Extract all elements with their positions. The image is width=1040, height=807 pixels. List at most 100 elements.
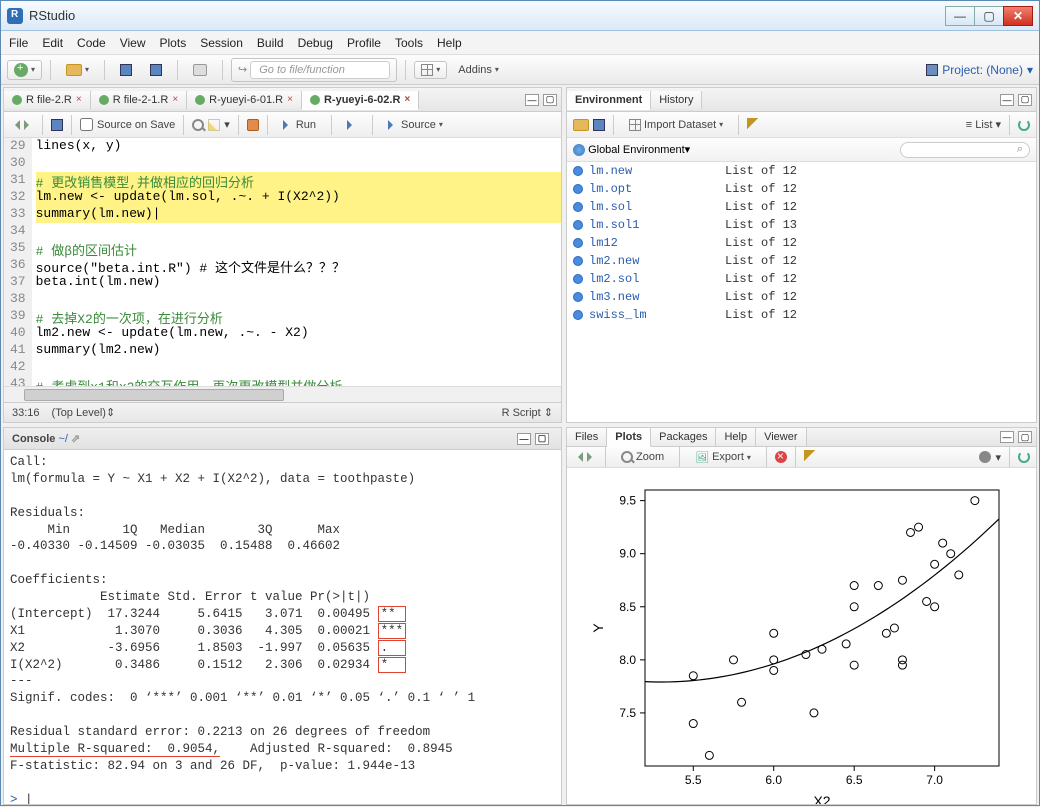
maximize-pane-icon[interactable]: ▢	[1018, 94, 1032, 106]
menu-debug[interactable]: Debug	[298, 36, 333, 50]
env-item[interactable]: lm.sol1List of 13	[567, 216, 1036, 234]
env-item[interactable]: lm.optList of 12	[567, 180, 1036, 198]
save-env-icon[interactable]	[593, 119, 605, 131]
print-button[interactable]	[186, 61, 214, 79]
tab-help[interactable]: Help	[716, 428, 756, 446]
object-icon	[573, 220, 583, 230]
minimize-button[interactable]: —	[945, 6, 975, 26]
wand-icon[interactable]	[208, 119, 220, 131]
run-button[interactable]: Run	[276, 116, 323, 134]
menu-help[interactable]: Help	[437, 36, 462, 50]
load-icon[interactable]	[573, 119, 589, 131]
source-button[interactable]: Source ▾	[381, 116, 450, 134]
save-all-button[interactable]	[143, 61, 169, 79]
env-item[interactable]: lm2.solList of 12	[567, 270, 1036, 288]
object-icon	[573, 238, 583, 248]
tab-environment[interactable]: Environment	[567, 91, 651, 110]
console-path[interactable]: ~/	[58, 433, 67, 445]
console-output[interactable]: Call: lm(formula = Y ~ X1 + X2 + I(X2^2)…	[4, 450, 561, 804]
source-tab[interactable]: R-yueyi-6-02.R×	[302, 91, 419, 110]
find-icon[interactable]	[192, 119, 204, 131]
minimize-pane-icon[interactable]: —	[525, 94, 539, 106]
source-icon	[388, 120, 398, 130]
printer-icon	[193, 64, 207, 76]
export-button[interactable]: 🖼Export ▾	[688, 448, 758, 467]
menu-view[interactable]: View	[120, 36, 146, 50]
svg-text:Y: Y	[590, 623, 606, 633]
zoom-button[interactable]: Zoom	[614, 448, 671, 466]
refresh-plot-icon[interactable]	[1018, 451, 1030, 463]
prev-plot-icon[interactable]	[573, 452, 583, 462]
h-scrollbar[interactable]	[4, 386, 561, 402]
gotofile-input[interactable]: ↪Go to file/function	[231, 58, 397, 82]
save-icon[interactable]	[51, 119, 63, 131]
maximize-pane-icon[interactable]: ▢	[535, 433, 549, 445]
import-dataset-button[interactable]: Import Dataset ▾	[622, 116, 730, 134]
env-item[interactable]: swiss_lmList of 12	[567, 306, 1036, 324]
object-icon	[573, 166, 583, 176]
env-item[interactable]: lm.newList of 12	[567, 162, 1036, 180]
source-on-save-checkbox[interactable]	[80, 118, 93, 131]
gear-icon[interactable]	[979, 451, 991, 463]
env-scope-label[interactable]: Global Environment	[588, 144, 685, 156]
remove-plot-icon[interactable]	[775, 451, 787, 463]
svg-text:8.0: 8.0	[619, 653, 636, 667]
minimize-pane-icon[interactable]: —	[1000, 431, 1014, 443]
svg-text:7.5: 7.5	[619, 706, 636, 720]
next-plot-icon[interactable]	[587, 452, 597, 462]
object-icon	[573, 256, 583, 266]
menu-tools[interactable]: Tools	[395, 36, 423, 50]
plots-toolbar: Zoom 🖼Export ▾ ▾	[567, 447, 1036, 468]
tab-packages[interactable]: Packages	[651, 428, 716, 446]
list-mode-button[interactable]: List	[975, 119, 992, 131]
source-tab[interactable]: R-yueyi-6-01.R×	[187, 91, 302, 109]
new-file-button[interactable]: ▾	[7, 60, 42, 80]
open-button[interactable]: ▾	[59, 61, 96, 79]
tab-plots[interactable]: Plots	[607, 428, 651, 447]
clear-env-icon[interactable]	[747, 118, 761, 132]
maximize-pane-icon[interactable]: ▢	[1018, 431, 1032, 443]
env-toolbar: Import Dataset ▾ ≡ List ▾	[567, 112, 1036, 138]
maximize-button[interactable]: ▢	[974, 6, 1004, 26]
file-type-label[interactable]: R Script	[502, 407, 541, 419]
menu-profile[interactable]: Profile	[347, 36, 381, 50]
menu-plots[interactable]: Plots	[160, 36, 187, 50]
source-tab[interactable]: R file-2.R×	[4, 91, 91, 109]
menu-edit[interactable]: Edit	[42, 36, 63, 50]
maximize-pane-icon[interactable]: ▢	[543, 94, 557, 106]
project-menu[interactable]: Project: (None) ▾	[926, 63, 1033, 77]
minimize-pane-icon[interactable]: —	[517, 433, 531, 445]
folder-icon	[66, 64, 82, 76]
compile-icon[interactable]	[247, 119, 259, 131]
code-editor[interactable]: 293031323334353637383940414243444546 lin…	[4, 138, 561, 386]
menu-code[interactable]: Code	[77, 36, 106, 50]
env-item[interactable]: lm3.newList of 12	[567, 288, 1036, 306]
plot-canvas: 5.56.06.57.07.58.08.59.09.5X2Y	[567, 468, 1036, 805]
menu-file[interactable]: File	[9, 36, 28, 50]
clear-plots-icon[interactable]	[804, 450, 818, 464]
menu-session[interactable]: Session	[200, 36, 243, 50]
rerun-button[interactable]	[340, 117, 364, 133]
refresh-icon[interactable]	[1018, 119, 1030, 131]
source-tab[interactable]: R file-2-1.R×	[91, 91, 187, 109]
env-item[interactable]: lm.solList of 12	[567, 198, 1036, 216]
rstudio-icon	[7, 8, 23, 24]
scope-label[interactable]: (Top Level)	[52, 407, 106, 419]
main-toolbar: ▾ ▾ ↪Go to file/function ▾ Addins ▾ Proj…	[1, 55, 1039, 85]
zoom-icon	[621, 451, 633, 463]
env-item[interactable]: lm2.newList of 12	[567, 252, 1036, 270]
environment-pane: Environment History — ▢ Import Dataset ▾ …	[566, 87, 1037, 423]
save-button[interactable]	[113, 61, 139, 79]
minimize-pane-icon[interactable]: —	[1000, 94, 1014, 106]
close-button[interactable]: ✕	[1003, 6, 1033, 26]
addins-button[interactable]: Addins ▾	[451, 61, 506, 79]
tab-history[interactable]: History	[651, 91, 702, 109]
forward-icon[interactable]	[24, 120, 34, 130]
env-search-input[interactable]	[900, 142, 1030, 158]
tab-viewer[interactable]: Viewer	[756, 428, 806, 446]
menu-build[interactable]: Build	[257, 36, 284, 50]
back-icon[interactable]	[10, 120, 20, 130]
tab-files[interactable]: Files	[567, 428, 607, 446]
workspace-layout-button[interactable]: ▾	[414, 61, 447, 79]
env-item[interactable]: lm12List of 12	[567, 234, 1036, 252]
